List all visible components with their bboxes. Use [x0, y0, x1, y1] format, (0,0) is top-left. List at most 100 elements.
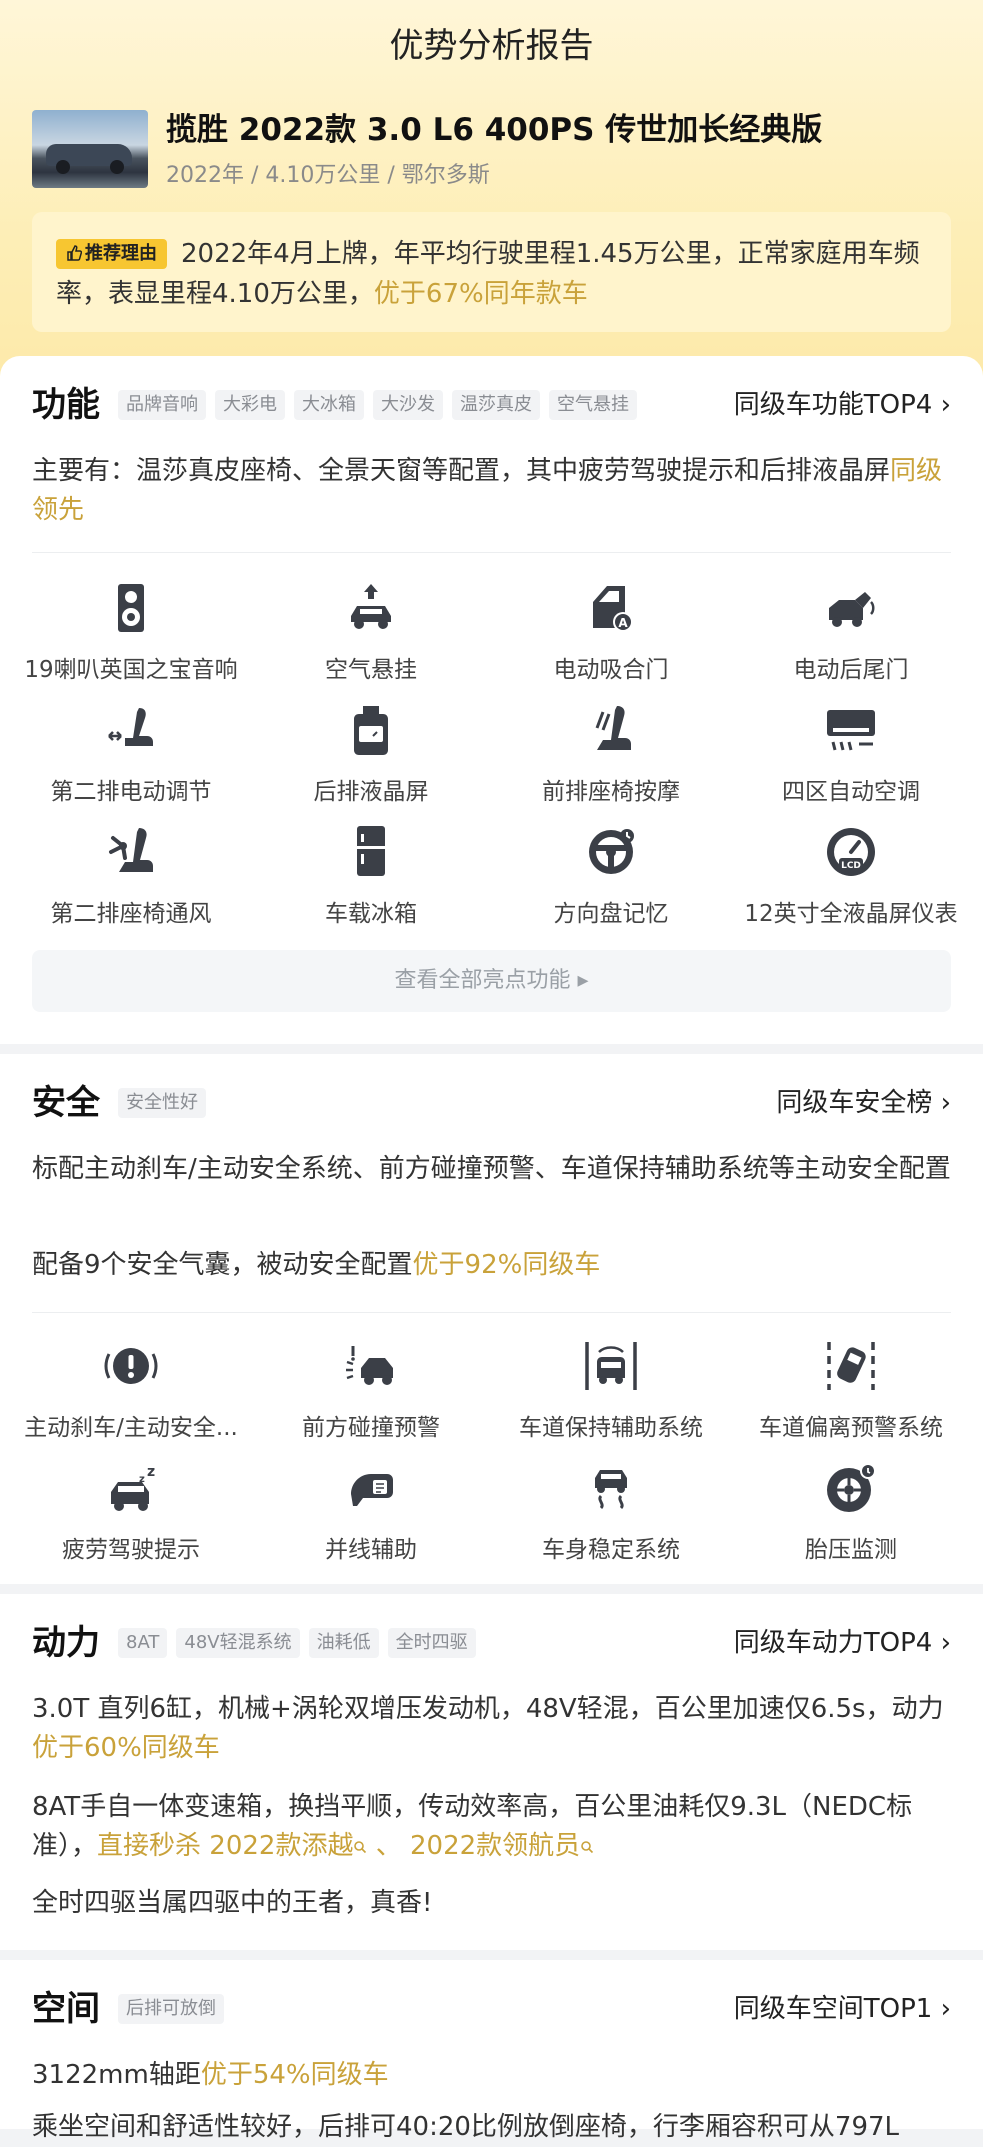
- space-tags: 后排可放倒: [118, 1994, 233, 2024]
- feature-label: 前排座椅按摩: [542, 779, 680, 805]
- speaker-icon: [118, 584, 144, 632]
- steering-memory-icon: [589, 829, 634, 874]
- recommend-reason-tag-label: 推荐理由: [85, 243, 157, 264]
- space-ranking-link[interactable]: 同级车空间TOP1 ›: [734, 1984, 951, 2034]
- feature-item[interactable]: 前排座椅按摩: [488, 702, 734, 822]
- lane-keep-icon: [585, 1342, 637, 1390]
- power-desc-highlight: 优于60%同级车: [32, 1733, 220, 1763]
- feature-item[interactable]: 车载冰箱: [248, 824, 494, 944]
- feature-label: 电动吸合门: [553, 657, 669, 683]
- feature-label: 第二排电动调节: [50, 779, 212, 805]
- auto-door-icon: A: [593, 586, 633, 632]
- compare-separator: 、: [367, 1831, 410, 1861]
- feature-label: 19喇叭英国之宝音响: [24, 657, 238, 683]
- feature-item[interactable]: 电动后尾门: [728, 580, 974, 700]
- safety-label: 车道偏离预警系统: [759, 1415, 943, 1441]
- feature-item[interactable]: 第二排电动调节: [8, 702, 254, 822]
- active-brake-icon: [104, 1348, 158, 1384]
- function-desc-text: 主要有：温莎真皮座椅、全景天窗等配置，其中疲劳驾驶提示和后排液晶屏: [32, 456, 891, 486]
- tire-pressure-icon: [827, 1463, 876, 1512]
- power-desc-awd: 全时四驱当属四驱中的王者，真香!: [32, 1888, 433, 1918]
- feature-item[interactable]: 方向盘记忆: [488, 824, 734, 944]
- function-section: 功能 品牌音响 大彩电 大冰箱 大沙发 温莎真皮 空气悬挂 同级车功能TOP4 › 主要有…: [0, 356, 983, 1044]
- safety-desc-highlight: 优于92%同级车: [412, 1250, 601, 1280]
- function-tag: 品牌音响: [118, 390, 206, 420]
- function-tag: 空气悬挂: [549, 390, 637, 420]
- power-desc-gearbox: 8AT手自一体变速箱，换挡平顺，传动效率高，百公里油耗仅9.3L（NEDC标准）…: [32, 1788, 951, 1866]
- compare-link-navigator-label: 2022款领航员: [409, 1831, 581, 1861]
- feature-item[interactable]: 第二排座椅通风: [8, 824, 254, 944]
- safety-label: 胎压监测: [805, 1537, 897, 1563]
- car-meta: 2022年 / 4.10万公里 / 鄂尔多斯: [166, 163, 490, 188]
- feature-item[interactable]: LCD 12英寸全液晶屏仪表: [728, 824, 974, 944]
- power-tag: 8AT: [118, 1628, 168, 1658]
- fridge-icon: [357, 826, 385, 876]
- thumbs-up-icon: [67, 245, 83, 261]
- feature-label: 电动后尾门: [793, 657, 909, 683]
- space-desc-wheelbase: 3122mm轴距优于54%同级车: [32, 2056, 951, 2095]
- feature-label: 车载冰箱: [325, 901, 417, 927]
- function-title: 功能: [32, 385, 100, 425]
- fatigue-alert-icon: zz: [111, 1464, 155, 1511]
- safety-item[interactable]: 前方碰撞预警: [248, 1338, 494, 1458]
- report-header: 优势分析报告 揽胜 2022款 3.0 L6 400PS 传世加长经典版 202…: [0, 0, 983, 400]
- power-tailgate-icon: [829, 592, 875, 627]
- feature-label: 四区自动空调: [782, 779, 920, 805]
- compare-link-tianyue[interactable]: 直接秒杀 2022款添越: [97, 1831, 367, 1861]
- safety-item[interactable]: 车身稳定系统: [488, 1460, 734, 1580]
- power-tag: 全时四驱: [387, 1628, 476, 1658]
- compare-link-navigator[interactable]: 2022款领航员: [410, 1831, 594, 1861]
- power-ranking-link[interactable]: 同级车动力TOP4 ›: [734, 1618, 951, 1668]
- collision-warning-icon: [346, 1346, 393, 1385]
- power-section: 动力 8AT 48V轻混系统 油耗低 全时四驱 同级车动力TOP4 › 3.0T 直列…: [0, 1594, 983, 1950]
- space-desc-wheelbase-text: 3122mm轴距: [32, 2060, 201, 2090]
- blind-spot-icon: [351, 1474, 393, 1506]
- feature-item[interactable]: 四区自动空调: [728, 702, 974, 822]
- power-desc-engine-text: 3.0T 直列6缸，机械+涡轮双增压发动机，48V轻混，百公里加速仅6.5s，动…: [32, 1694, 944, 1724]
- feature-label: 空气悬挂: [325, 657, 417, 683]
- show-all-features-button[interactable]: 查看全部亮点功能 ▸: [32, 950, 951, 1012]
- safety-ranking-link[interactable]: 同级车安全榜 ›: [776, 1078, 951, 1128]
- air-suspension-icon: [351, 584, 391, 629]
- svg-text:z: z: [139, 1474, 145, 1485]
- power-desc-engine: 3.0T 直列6缸，机械+涡轮双增压发动机，48V轻混，百公里加速仅6.5s，动…: [32, 1690, 951, 1768]
- safety-desc-airbags-text: 配备9个安全气囊，被动安全配置: [32, 1250, 413, 1280]
- space-tag: 后排可放倒: [118, 1994, 224, 2024]
- page-title: 优势分析报告: [389, 26, 594, 66]
- safety-item[interactable]: 车道保持辅助系统: [488, 1338, 734, 1458]
- safety-section: 安全 安全性好 同级车安全榜 › 标配主动刹车/主动安全系统、前方碰撞预警、车道…: [0, 1054, 983, 1584]
- feature-item[interactable]: 后排液晶屏: [248, 702, 494, 822]
- safety-title: 安全: [32, 1083, 100, 1123]
- power-tag: 油耗低: [308, 1628, 379, 1658]
- divider: [32, 552, 951, 553]
- car-title[interactable]: 揽胜 2022款 3.0 L6 400PS 传世加长经典版: [166, 104, 822, 149]
- seat-adjust-icon: [108, 708, 153, 746]
- feature-item[interactable]: 19喇叭英国之宝音响: [8, 580, 254, 700]
- safety-tags: 安全性好: [118, 1088, 215, 1118]
- safety-tag: 安全性好: [118, 1088, 206, 1118]
- lane-departure-icon: [827, 1342, 875, 1390]
- stability-control-icon: [595, 1470, 627, 1510]
- function-tag: 温莎真皮: [452, 390, 540, 420]
- function-desc: 主要有：温莎真皮座椅、全景天窗等配置，其中疲劳驾驶提示和后排液晶屏同级领先: [32, 452, 951, 530]
- function-ranking-link[interactable]: 同级车功能TOP4 ›: [734, 380, 951, 430]
- space-desc-highlight: 优于54%同级车: [200, 2060, 389, 2090]
- function-tag: 大冰箱: [294, 390, 364, 420]
- car-thumbnail[interactable]: [32, 110, 148, 188]
- recommend-reason-tag: 推荐理由: [56, 239, 167, 269]
- feature-item[interactable]: A 电动吸合门: [488, 580, 734, 700]
- safety-desc: 标配主动刹车/主动安全系统、前方碰撞预警、车道保持辅助系统等主动安全配置: [32, 1154, 951, 1184]
- safety-item[interactable]: 胎压监测: [728, 1460, 974, 1580]
- power-title: 动力: [32, 1623, 100, 1663]
- feature-item[interactable]: 空气悬挂: [248, 580, 494, 700]
- search-icon: [354, 1841, 367, 1854]
- safety-label: 疲劳驾驶提示: [62, 1537, 200, 1563]
- space-desc-cargo: 乘坐空间和舒适性较好，后排可40:20比例放倒座椅，行李厢容积可从797L: [32, 2112, 900, 2142]
- safety-item[interactable]: zz 疲劳驾驶提示: [8, 1460, 254, 1580]
- rear-screen-icon: [354, 706, 388, 755]
- safety-item[interactable]: 主动刹车/主动安全...: [8, 1338, 254, 1458]
- divider: [32, 1312, 951, 1313]
- recommend-reason-highlight: 优于67%同年款车: [373, 279, 588, 309]
- safety-item[interactable]: 车道偏离预警系统: [728, 1338, 974, 1458]
- safety-item[interactable]: 并线辅助: [248, 1460, 494, 1580]
